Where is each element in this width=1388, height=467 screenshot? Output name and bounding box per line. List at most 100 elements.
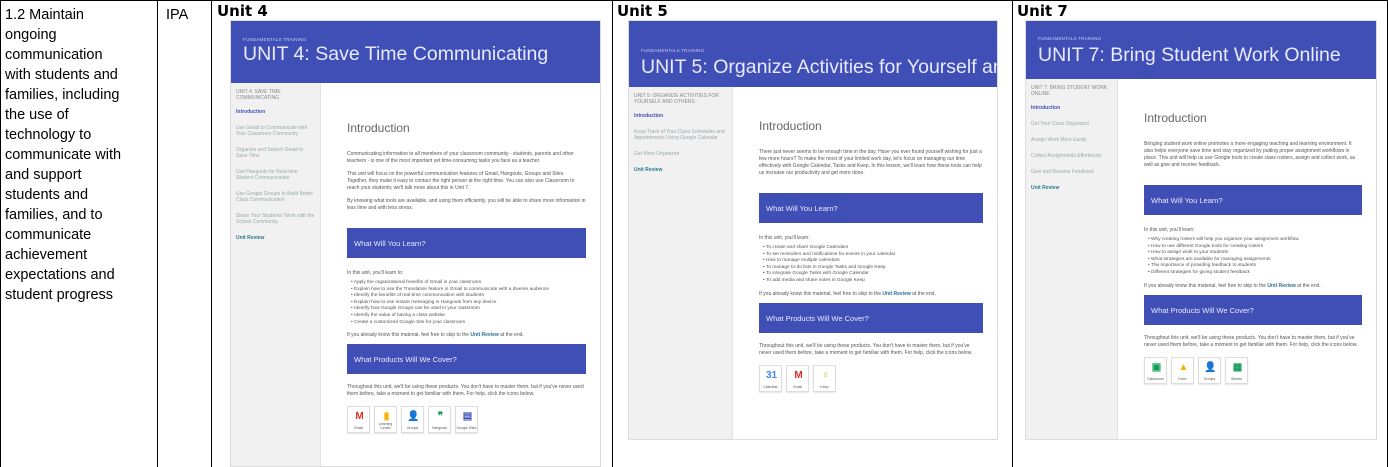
product-calendar-icon[interactable]: 31 Calendar [759, 364, 782, 392]
table-left-border [0, 0, 1, 467]
learn-list-item: Why creating rosters will help you organ… [1148, 237, 1362, 244]
products-heading: What Products Will We Cover? [766, 313, 869, 323]
sidebar-item-introduction[interactable]: Introduction [634, 113, 727, 119]
sidebar-item[interactable]: Organize and Search Gmail to Save Time [236, 147, 315, 159]
unit-main-content: Introduction Communicating information to… [321, 83, 600, 466]
unit-screenshot: FUNDAMENTALS TRAINING UNIT 7: Bring Stude… [1025, 20, 1377, 440]
unit-main-content: Introduction Bringing student work online… [1118, 79, 1376, 439]
learn-list-item: To create and share Google Calendars [763, 245, 983, 252]
sidebar-item-unit-review[interactable]: Unit Review [1031, 185, 1112, 191]
sidebar-item-unit-review[interactable]: Unit Review [236, 235, 315, 241]
standard-line: families, and to [5, 207, 103, 223]
product-glyph: ▣ [1151, 361, 1162, 373]
banner-kicker: FUNDAMENTALS TRAINING [641, 48, 705, 53]
table-top-border [0, 0, 1388, 1]
sidebar-item[interactable]: Give and Receive Feedback [1031, 169, 1112, 175]
skip-prefix: If you already know this material, feel … [759, 290, 883, 297]
skip-suffix: at the end. [498, 332, 524, 339]
unit-heading: Unit 4 [217, 2, 268, 20]
sidebar-item-introduction[interactable]: Introduction [1031, 105, 1112, 111]
product-classroom-icon[interactable]: ▣ Classroom [1144, 356, 1167, 384]
standard-line: student progress [5, 287, 114, 303]
product-google-sites-icon[interactable]: ▤ Google Sites [455, 406, 478, 434]
intro-heading: Introduction [759, 119, 822, 133]
intro-paragraph: Communicating information to all members… [347, 151, 574, 164]
learn-heading: What Will You Learn? [1151, 196, 1223, 205]
sidebar-item[interactable]: Use Google Groups to Build Better Class … [236, 191, 315, 203]
learn-heading: What Will You Learn? [354, 239, 426, 248]
sidebar-item[interactable]: Use Gmail to Communicate with Your Class… [236, 125, 315, 137]
learn-list-item: How to manage multiple calendars [763, 258, 983, 265]
sidebar-item[interactable]: Assign Work More Easily [1031, 137, 1112, 143]
product-drive-icon[interactable]: ▲ Drive [1171, 356, 1194, 384]
product-label: Gmail [792, 384, 803, 389]
learn-intro: In this unit, you'll learn to: [347, 270, 404, 276]
skip-suffix: at the end. [910, 290, 936, 297]
product-label: Classroom [1147, 376, 1164, 381]
learn-list: Why creating rosters will help you organ… [1148, 237, 1362, 277]
standard-line: and support [5, 167, 82, 183]
unit-sidebar: UNIT 7: BRING STUDENT WORK ONLINE Introdu… [1026, 79, 1118, 439]
standard-line: students and [5, 187, 89, 203]
standard-line: expectations and [5, 267, 115, 283]
product-hangouts-icon[interactable]: ❞ Hangouts [428, 406, 451, 434]
product-gmail-icon[interactable]: M Gmail [347, 406, 370, 434]
product-glyph: 👤 [1204, 361, 1217, 373]
skip-prefix: If you already know this material, feel … [347, 332, 471, 339]
unit-sidebar: UNIT 5: ORGANIZE ACTIVITIES FOR YOURSELF… [629, 87, 733, 439]
unit-sidebar: UNIT 4: SAVE TIME COMMUNICATING Introduct… [231, 83, 321, 466]
col-divider-4 [1012, 0, 1013, 467]
sidebar-header: UNIT 7: BRING STUDENT WORK ONLINE [1031, 85, 1108, 97]
unit-review-link[interactable]: Unit Review [1267, 283, 1295, 289]
product-glyph: 👤 [407, 411, 420, 423]
product-glyph: 31 [765, 369, 778, 381]
standard-line: communicate [5, 227, 92, 243]
intro-paragraph: This unit will focus on the powerful com… [347, 171, 575, 191]
sidebar-item[interactable]: Keep Track of Your Class Schedules and A… [634, 129, 727, 141]
product-label: Gmail [353, 426, 364, 431]
banner-kicker: FUNDAMENTALS TRAINING [1038, 36, 1102, 41]
products-section-header: What Products Will We Cover? [347, 344, 586, 375]
product-label: Sheets [1231, 376, 1242, 381]
sidebar-item[interactable]: Get More Organized [634, 151, 727, 157]
product-groups-icon[interactable]: 👤 Groups [1198, 356, 1221, 384]
sidebar-item[interactable]: Share Your Students' Work with the Schoo… [236, 213, 315, 225]
sidebar-item[interactable]: Collect Assignments Effortlessly [1031, 153, 1112, 159]
sidebar-item-introduction[interactable]: Introduction [236, 109, 315, 115]
product-gmail-icon[interactable]: M Gmail [786, 364, 809, 392]
skip-to-review-text: If you already know this material, feel … [347, 332, 586, 339]
product-sheets-icon[interactable]: ▦ Sheets [1225, 356, 1248, 384]
standard-line: families, including [5, 87, 120, 103]
product-keep-icon[interactable]: ♀ Keep [813, 364, 836, 392]
standard-line: 1.2 Maintain [5, 7, 84, 23]
sidebar-item[interactable]: Use Hangouts for Real-time Student Commu… [236, 169, 315, 181]
product-groups-icon[interactable]: 👤 Groups [401, 406, 424, 434]
product-learning-center-icon[interactable]: ▮ Learning Center [374, 406, 397, 434]
unit-heading: Unit 5 [617, 2, 668, 20]
product-icons: M Gmail ▮ Learning Center 👤 Groups ❞ Hangouts ▤ G… [347, 406, 478, 434]
product-label: Hangouts [432, 426, 447, 431]
standard-line: achievement [5, 247, 88, 263]
sidebar-item[interactable]: Get Your Class Organized [1031, 121, 1112, 127]
product-glyph: ♀ [821, 369, 830, 381]
unit-heading: Unit 7 [1017, 2, 1068, 20]
learn-list: Apply the organizational benefits of Gma… [351, 280, 586, 326]
product-label: Learning Center [378, 422, 393, 431]
unit-banner: FUNDAMENTALS TRAINING UNIT 4: Save Time C… [231, 21, 600, 83]
learn-list-item: Identify the value of having a class web… [351, 313, 586, 320]
products-heading: What Products Will We Cover? [1151, 305, 1254, 315]
learn-intro: In this unit, you'll learn: [1144, 227, 1195, 233]
product-glyph: M [355, 411, 364, 423]
unit-review-link[interactable]: Unit Review [882, 291, 910, 297]
learn-intro: In this unit, you'll learn: [759, 235, 810, 241]
product-glyph: ▲ [1178, 361, 1189, 373]
learn-list-item: Identify how Google Groups can be used i… [351, 306, 586, 313]
product-label: Google Sites [456, 426, 477, 431]
unit-review-link[interactable]: Unit Review [470, 332, 498, 338]
sidebar-item-unit-review[interactable]: Unit Review [634, 167, 727, 173]
skip-to-review-text: If you already know this material, feel … [1144, 283, 1362, 290]
learn-section-header: What Will You Learn? [1144, 185, 1362, 215]
learn-list-item: Identify the benefits of real-time commu… [351, 293, 586, 300]
sidebar-header: UNIT 4: SAVE TIME COMMUNICATING [236, 89, 281, 101]
standard-line: ongoing [5, 27, 57, 43]
